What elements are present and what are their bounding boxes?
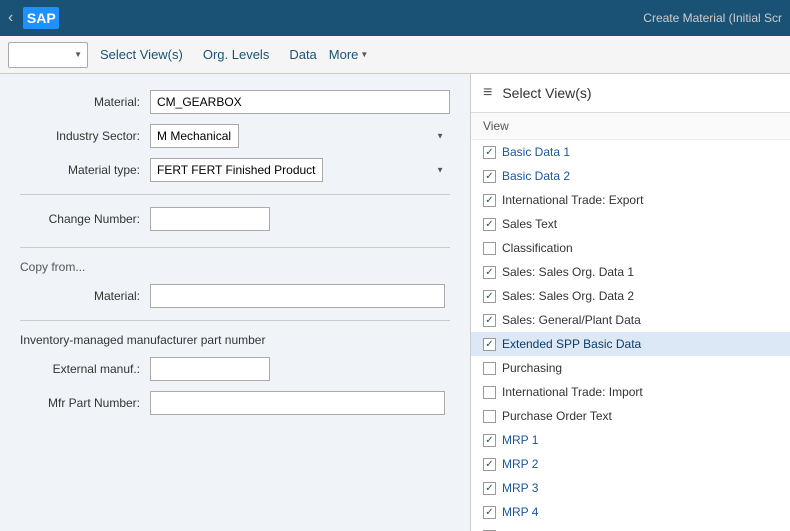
view-checkbox[interactable] (483, 362, 496, 375)
view-item[interactable]: International Trade: Export (471, 188, 790, 212)
view-checkbox[interactable] (483, 194, 496, 207)
view-checkbox[interactable] (483, 506, 496, 519)
mfr-part-row: Mfr Part Number: (20, 391, 450, 415)
industry-sector-wrapper: M Mechanical (150, 124, 450, 148)
material-label: Material: (20, 95, 140, 109)
more-dropdown[interactable]: More (329, 47, 369, 62)
title-bar-right: Create Material (Initial Scr (65, 11, 782, 25)
back-button[interactable]: ‹ (8, 9, 13, 27)
view-label: International Trade: Import (502, 385, 643, 399)
external-manuf-input[interactable] (150, 357, 270, 381)
view-item[interactable]: Purchasing (471, 356, 790, 380)
view-label: International Trade: Export (502, 193, 643, 207)
view-label[interactable]: Basic Data 2 (502, 169, 570, 183)
material-type-select[interactable]: FERT FERT Finished Product (150, 158, 323, 182)
view-checkbox[interactable] (483, 290, 496, 303)
view-label: Sales: Sales Org. Data 2 (502, 289, 634, 303)
left-panel: Material: Industry Sector: M Mechanical … (0, 74, 470, 531)
inventory-title: Inventory-managed manufacturer part numb… (20, 333, 450, 347)
view-checkbox[interactable] (483, 386, 496, 399)
view-item[interactable]: MRP 3 (471, 476, 790, 500)
right-panel-body: Basic Data 1 Basic Data 2 International Tr… (471, 140, 790, 531)
view-checkbox[interactable] (483, 434, 496, 447)
view-item[interactable]: Sales: General/Plant Data (471, 308, 790, 332)
view-checkbox[interactable] (483, 146, 496, 159)
material-type-wrapper: FERT FERT Finished Product (150, 158, 450, 182)
view-label: Purchase Order Text (502, 409, 612, 423)
mfr-part-label: Mfr Part Number: (20, 396, 140, 410)
copy-material-row: Material: (20, 284, 450, 308)
view-checkbox[interactable] (483, 170, 496, 183)
view-item[interactable]: Sales: Sales Org. Data 2 (471, 284, 790, 308)
divider-1 (20, 194, 450, 195)
divider-3 (20, 320, 450, 321)
change-number-label: Change Number: (20, 212, 140, 226)
view-checkbox[interactable] (483, 410, 496, 423)
view-checkbox[interactable] (483, 266, 496, 279)
view-item[interactable]: MRP 2 (471, 452, 790, 476)
view-column-header: View (471, 113, 790, 140)
view-item[interactable]: Sales: Sales Org. Data 1 (471, 260, 790, 284)
view-label[interactable]: MRP 4 (502, 505, 538, 519)
industry-sector-row: Industry Sector: M Mechanical (20, 124, 450, 148)
material-type-row: Material type: FERT FERT Finished Produc… (20, 158, 450, 182)
view-item[interactable]: MRP 1 (471, 428, 790, 452)
view-label[interactable]: MRP 1 (502, 433, 538, 447)
top-bar: ‹ SAP Create Material (Initial Scr (0, 0, 790, 36)
sap-logo-box: SAP (23, 7, 59, 29)
industry-sector-label: Industry Sector: (20, 129, 140, 143)
view-item[interactable]: Extended SPP Basic Data (471, 332, 790, 356)
view-label: Sales: Sales Org. Data 1 (502, 265, 634, 279)
view-label: Sales: General/Plant Data (502, 313, 641, 327)
material-row: Material: (20, 90, 450, 114)
material-type-label: Material type: (20, 163, 140, 177)
main-layout: Material: Industry Sector: M Mechanical … (0, 74, 790, 531)
toolbar: Select View(s) Org. Levels Data More (0, 36, 790, 74)
view-item[interactable]: Classification (471, 236, 790, 260)
view-item[interactable]: Sales Text (471, 212, 790, 236)
change-number-row: Change Number: (20, 207, 450, 231)
view-label: Purchasing (502, 361, 562, 375)
change-number-input[interactable] (150, 207, 270, 231)
view-checkbox[interactable] (483, 338, 496, 351)
copy-material-label: Material: (20, 289, 140, 303)
select-views-button[interactable]: Select View(s) (92, 42, 191, 68)
sap-text: SAP (27, 10, 56, 26)
sap-logo: SAP (23, 7, 59, 29)
org-levels-button[interactable]: Org. Levels (195, 42, 277, 68)
right-panel: ≡ Select View(s) View Basic Data 1Basic … (470, 74, 790, 531)
view-label: Sales Text (502, 217, 557, 231)
hamburger-icon[interactable]: ≡ (483, 84, 492, 102)
copy-material-input[interactable] (150, 284, 445, 308)
view-checkbox[interactable] (483, 458, 496, 471)
view-checkbox[interactable] (483, 218, 496, 231)
view-item[interactable]: Advanced Planning (471, 524, 790, 531)
external-manuf-row: External manuf.: (20, 357, 450, 381)
view-label[interactable]: MRP 3 (502, 481, 538, 495)
external-manuf-label: External manuf.: (20, 362, 140, 376)
view-label[interactable]: Extended SPP Basic Data (502, 337, 641, 351)
view-checkbox[interactable] (483, 242, 496, 255)
view-label[interactable]: Basic Data 1 (502, 145, 570, 159)
window-title: Create Material (Initial Scr (643, 11, 782, 25)
view-checkbox[interactable] (483, 314, 496, 327)
mfr-part-input[interactable] (150, 391, 445, 415)
view-item[interactable]: MRP 4 (471, 500, 790, 524)
data-button[interactable]: Data (281, 42, 324, 68)
view-label: Classification (502, 241, 573, 255)
view-item[interactable]: Basic Data 2 (471, 164, 790, 188)
industry-sector-select[interactable]: M Mechanical (150, 124, 239, 148)
toolbar-dropdown[interactable] (8, 42, 88, 68)
material-input[interactable] (150, 90, 450, 114)
copy-from-title: Copy from... (20, 260, 450, 274)
view-item[interactable]: International Trade: Import (471, 380, 790, 404)
view-item[interactable]: Purchase Order Text (471, 404, 790, 428)
view-item[interactable]: Basic Data 1 (471, 140, 790, 164)
divider-2 (20, 247, 450, 248)
view-label[interactable]: MRP 2 (502, 457, 538, 471)
view-checkbox[interactable] (483, 482, 496, 495)
right-panel-title: Select View(s) (502, 85, 591, 101)
right-panel-header: ≡ Select View(s) (471, 74, 790, 113)
